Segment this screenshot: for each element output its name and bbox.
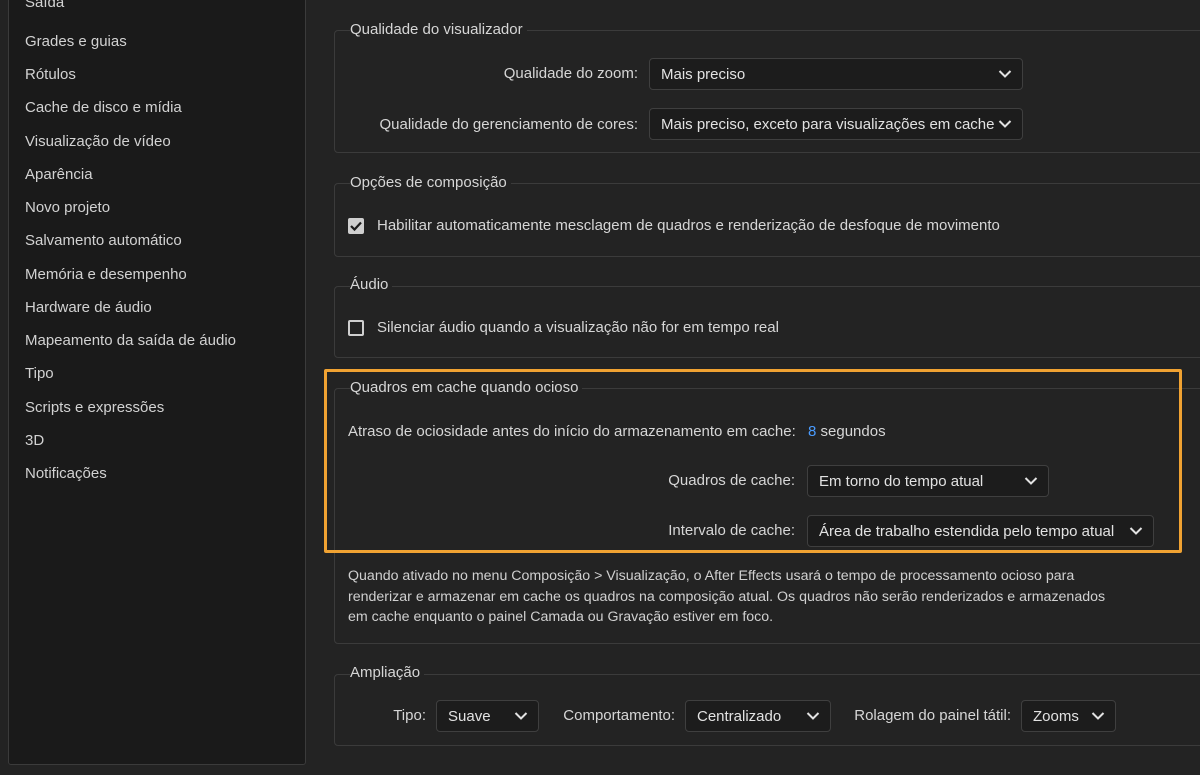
mute-audio-label: Silenciar áudio quando a visualização nã… — [377, 319, 779, 336]
sidebar-item-salvamento-automatico[interactable]: Salvamento automático — [25, 232, 182, 249]
idle-delay-value[interactable]: 8 — [808, 423, 816, 440]
cache-frames-value: Em torno do tempo atual — [819, 472, 984, 490]
sidebar-item-hardware-de-audio[interactable]: Hardware de áudio — [25, 299, 152, 316]
chevron-down-icon — [1091, 710, 1105, 722]
chevron-down-icon — [806, 710, 820, 722]
auto-frame-blending-label: Habilitar automaticamente mesclagem de q… — [377, 217, 1000, 234]
cache-idle-title: Quadros em cache quando ocioso — [350, 379, 583, 396]
sidebar-item-saida[interactable]: Saída — [25, 0, 64, 11]
cache-frames-label: Quadros de cache: — [668, 472, 795, 489]
preferences-sidebar: Saída Grades e guias Rótulos Cache de di… — [8, 0, 306, 765]
idle-delay-field[interactable]: 8 segundos — [808, 423, 886, 440]
color-management-quality-dropdown[interactable]: Mais preciso, exceto para visualizações … — [649, 108, 1023, 140]
composition-options-title: Opções de composição — [350, 174, 511, 191]
cache-idle-description: Quando ativado no menu Composição > Visu… — [348, 568, 1106, 625]
sidebar-item-visualizacao-de-video[interactable]: Visualização de vídeo — [25, 133, 171, 150]
cache-range-value: Área de trabalho estendida pelo tempo at… — [819, 522, 1115, 540]
sidebar-item-rotulos[interactable]: Rótulos — [25, 66, 76, 83]
sidebar-item-grades-e-guias[interactable]: Grades e guias — [25, 33, 127, 50]
sidebar-item-3d[interactable]: 3D — [25, 432, 44, 449]
chevron-down-icon — [1024, 475, 1038, 487]
chevron-down-icon — [514, 710, 528, 722]
zoom-type-label: Tipo: — [393, 707, 426, 724]
zoom-behavior-dropdown[interactable]: Centralizado — [685, 700, 831, 732]
chevron-down-icon — [1129, 525, 1143, 537]
zoom-type-value: Suave — [448, 707, 491, 725]
sidebar-item-scripts-e-expressoes[interactable]: Scripts e expressões — [25, 399, 164, 416]
zoom-quality-label: Qualidade do zoom: — [503, 65, 638, 82]
sidebar-item-aparencia[interactable]: Aparência — [25, 166, 93, 183]
zoom-behavior-label: Comportamento: — [563, 707, 675, 724]
sidebar-item-cache-de-disco[interactable]: Cache de disco e mídia — [25, 99, 182, 116]
preferences-window: Saída Grades e guias Rótulos Cache de di… — [0, 0, 1200, 775]
zoom-type-dropdown[interactable]: Suave — [436, 700, 539, 732]
cache-range-label: Intervalo de cache: — [668, 522, 795, 539]
cache-range-dropdown[interactable]: Área de trabalho estendida pelo tempo at… — [807, 515, 1154, 547]
sidebar-item-novo-projeto[interactable]: Novo projeto — [25, 199, 110, 216]
mute-audio-checkbox[interactable] — [348, 320, 364, 336]
sidebar-item-notificacoes[interactable]: Notificações — [25, 465, 107, 482]
chevron-down-icon — [998, 68, 1012, 80]
chevron-down-icon — [998, 118, 1012, 130]
color-management-quality-value: Mais preciso, exceto para visualizações … — [661, 115, 995, 133]
viewer-quality-title: Qualidade do visualizador — [350, 21, 527, 38]
auto-frame-blending-checkbox[interactable] — [348, 218, 364, 234]
idle-delay-label: Atraso de ociosidade antes do início do … — [348, 423, 796, 440]
idle-delay-unit: segundos — [820, 423, 886, 440]
cache-frames-dropdown[interactable]: Em torno do tempo atual — [807, 465, 1049, 497]
audio-title: Áudio — [350, 276, 393, 293]
touchpad-scroll-dropdown[interactable]: Zooms — [1021, 700, 1116, 732]
zoom-behavior-value: Centralizado — [697, 707, 782, 725]
zoom-title: Ampliação — [350, 664, 425, 681]
zoom-quality-dropdown[interactable]: Mais preciso — [649, 58, 1023, 90]
zoom-quality-value: Mais preciso — [661, 65, 746, 83]
touchpad-scroll-value: Zooms — [1033, 707, 1079, 725]
sidebar-item-memoria-e-desempenho[interactable]: Memória e desempenho — [25, 266, 187, 283]
color-management-quality-label: Qualidade do gerenciamento de cores: — [379, 116, 638, 133]
touchpad-scroll-label: Rolagem do painel tátil: — [854, 707, 1011, 724]
sidebar-item-mapeamento-saida-audio[interactable]: Mapeamento da saída de áudio — [25, 332, 236, 349]
sidebar-item-tipo[interactable]: Tipo — [25, 365, 54, 382]
